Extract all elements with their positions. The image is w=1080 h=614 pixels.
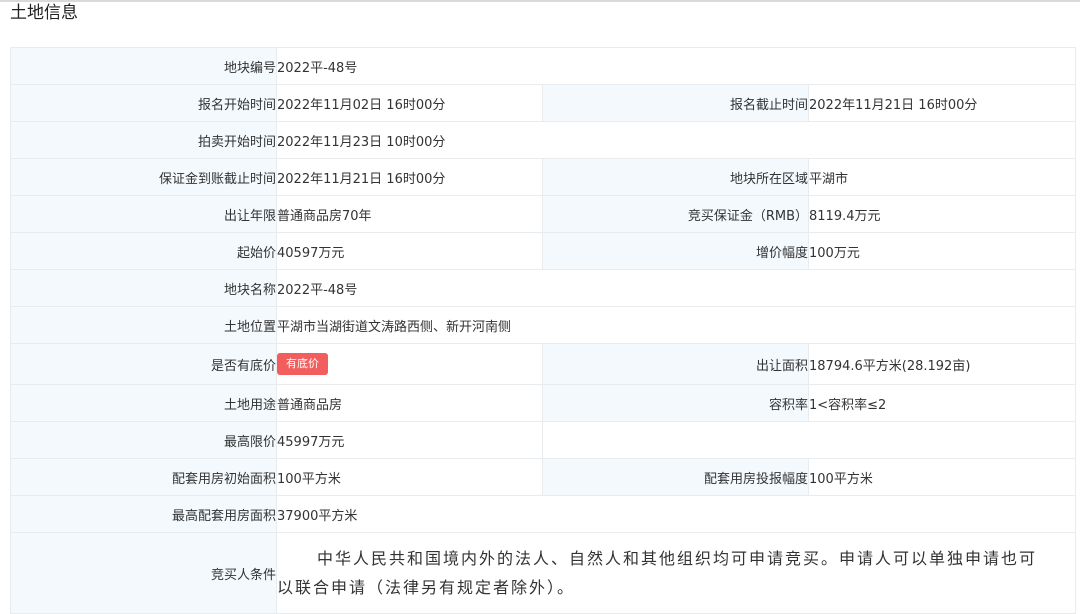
value-reg-end: 2022年11月21日 16时00分 (808, 84, 1076, 122)
label-start-price: 起始价 (10, 232, 277, 270)
label-deposit-deadline: 保证金到账截止时间 (10, 158, 277, 196)
label-region: 地块所在区域 (542, 158, 809, 196)
row-plot-name: 地块名称 2022平-48号 (10, 269, 1076, 307)
label-increment: 增价幅度 (542, 232, 809, 270)
bidder-conditions-text: 中华人民共和国境内外的法人、自然人和其他组织均可申请竞买。申请人可以单独申请也可… (277, 549, 1038, 597)
value-plot-number: 2022平-48号 (276, 47, 1076, 85)
row-auction-start: 拍卖开始时间 2022年11月23日 10时00分 (10, 121, 1076, 159)
value-plot-name: 2022平-48号 (276, 269, 1076, 307)
row-deposit-deadline: 保证金到账截止时间 2022年11月21日 16时00分 地块所在区域 平湖市 (10, 158, 1076, 196)
value-housing-bid-step: 100平方米 (808, 458, 1076, 496)
label-housing-max-area: 最高配套用房面积 (10, 495, 277, 533)
label-reg-start: 报名开始时间 (10, 84, 277, 122)
row-registration: 报名开始时间 2022年11月02日 16时00分 报名截止时间 2022年11… (10, 84, 1076, 122)
label-deposit: 竞买保证金（RMB） (542, 195, 809, 233)
value-max-price: 45997万元 (276, 421, 543, 459)
row-bidder-conditions: 竞买人条件 中华人民共和国境内外的法人、自然人和其他组织均可申请竞买。申请人可以… (10, 532, 1076, 614)
top-divider (0, 0, 1080, 2)
value-reserve-price: 有底价 (276, 343, 543, 385)
label-usage: 土地用途 (10, 384, 277, 422)
label-plot-number: 地块编号 (10, 47, 277, 85)
land-info-table: 地块编号 2022平-48号 报名开始时间 2022年11月02日 16时00分… (10, 47, 1076, 614)
value-location: 平湖市当湖街道文涛路西侧、新开河南侧 (276, 306, 1076, 344)
row-usage: 土地用途 普通商品房 容积率 1<容积率≤2 (10, 384, 1076, 422)
value-far: 1<容积率≤2 (808, 384, 1076, 422)
label-reserve-price: 是否有底价 (10, 343, 277, 385)
label-housing-init-area: 配套用房初始面积 (10, 458, 277, 496)
row-start-price: 起始价 40597万元 增价幅度 100万元 (10, 232, 1076, 270)
value-area: 18794.6平方米(28.192亩) (808, 343, 1076, 385)
value-housing-max-area: 37900平方米 (276, 495, 1076, 533)
row-location: 土地位置 平湖市当湖街道文涛路西侧、新开河南侧 (10, 306, 1076, 344)
label-reg-end: 报名截止时间 (542, 84, 809, 122)
value-bidder-conditions: 中华人民共和国境内外的法人、自然人和其他组织均可申请竞买。申请人可以单独申请也可… (276, 532, 1076, 614)
reserve-price-badge: 有底价 (277, 353, 328, 375)
label-term: 出让年限 (10, 195, 277, 233)
row-housing-max-area: 最高配套用房面积 37900平方米 (10, 495, 1076, 533)
section-title: 土地信息 (10, 3, 78, 23)
row-max-price: 最高限价 45997万元 (10, 421, 1076, 459)
value-region: 平湖市 (808, 158, 1076, 196)
value-increment: 100万元 (808, 232, 1076, 270)
empty-cell (542, 421, 1076, 459)
row-term: 出让年限 普通商品房70年 竞买保证金（RMB） 8119.4万元 (10, 195, 1076, 233)
label-plot-name: 地块名称 (10, 269, 277, 307)
label-max-price: 最高限价 (10, 421, 277, 459)
value-usage: 普通商品房 (276, 384, 543, 422)
row-plot-number: 地块编号 2022平-48号 (10, 47, 1076, 85)
label-area: 出让面积 (542, 343, 809, 385)
label-housing-bid-step: 配套用房投报幅度 (542, 458, 809, 496)
label-auction-start: 拍卖开始时间 (10, 121, 277, 159)
row-housing: 配套用房初始面积 100平方米 配套用房投报幅度 100平方米 (10, 458, 1076, 496)
value-reg-start: 2022年11月02日 16时00分 (276, 84, 543, 122)
value-deposit-deadline: 2022年11月21日 16时00分 (276, 158, 543, 196)
value-housing-init-area: 100平方米 (276, 458, 543, 496)
value-start-price: 40597万元 (276, 232, 543, 270)
label-far: 容积率 (542, 384, 809, 422)
row-reserve-price: 是否有底价 有底价 出让面积 18794.6平方米(28.192亩) (10, 343, 1076, 385)
value-auction-start: 2022年11月23日 10时00分 (276, 121, 1076, 159)
value-term: 普通商品房70年 (276, 195, 543, 233)
label-bidder-conditions: 竞买人条件 (10, 532, 277, 614)
label-location: 土地位置 (10, 306, 277, 344)
value-deposit: 8119.4万元 (808, 195, 1076, 233)
